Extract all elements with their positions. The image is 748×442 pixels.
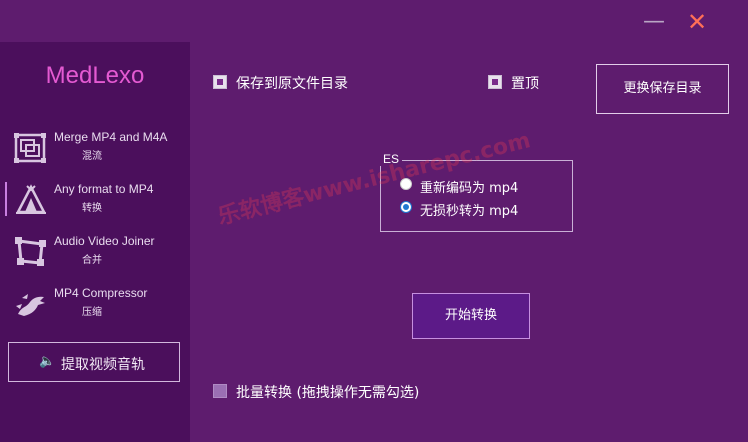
sidebar-item-merge[interactable]: Merge MP4 and M4A 混流 [0,122,190,174]
batch-convert-label: 批量转换 (拖拽操作无需勾选) [236,385,420,401]
save-to-source-checkbox[interactable] [213,75,227,89]
app-logo: MedLexo [45,62,145,89]
extract-audio-button[interactable]: 🔈 提取视频音轨 [8,342,180,382]
sidebar-item-sublabel: 转换 [82,203,102,214]
sidebar-item-sublabel: 混流 [82,151,102,162]
dragon-icon [16,294,45,316]
tent-icon [15,184,47,214]
sidebar: MedLexo Merge MP4 and M4A 混流 Any format … [0,42,190,442]
sidebar-item-convert[interactable]: Any format to MP4 转换 [0,174,190,226]
sidebar-item-compressor[interactable]: MP4 Compressor 压缩 [0,278,190,330]
sidebar-item-label: Audio Video Joiner [54,234,155,248]
pin-top-label: 置顶 [511,76,539,92]
merge-frames-icon [14,133,46,163]
lossless-radio[interactable] [400,201,412,213]
active-indicator [5,182,7,216]
change-save-dir-button[interactable]: 更换保存目录 [596,64,729,114]
close-button[interactable]: ✕ [685,10,709,34]
reencode-label: 重新编码为 mp4 [420,181,519,196]
extract-audio-label: 提取视频音轨 [61,357,145,373]
sidebar-item-joiner[interactable]: Audio Video Joiner 合并 [0,226,190,278]
crop-frame-icon [15,237,46,266]
sidebar-item-label: MP4 Compressor [54,286,148,300]
save-to-source-label: 保存到原文件目录 [236,76,348,92]
lossless-label: 无损秒转为 mp4 [420,204,519,219]
speaker-icon: 🔈 [39,354,56,369]
title-bar: — ✕ [0,0,748,42]
sidebar-item-label: Any format to MP4 [54,182,154,196]
start-convert-button[interactable]: 开始转换 [412,293,530,339]
minimize-button[interactable]: — [642,10,666,34]
sidebar-item-sublabel: 压缩 [82,307,102,318]
sidebar-item-label: Merge MP4 and M4A [54,130,168,144]
pin-top-checkbox[interactable] [488,75,502,89]
batch-convert-checkbox[interactable] [213,384,227,398]
sidebar-item-sublabel: 合并 [82,255,102,266]
